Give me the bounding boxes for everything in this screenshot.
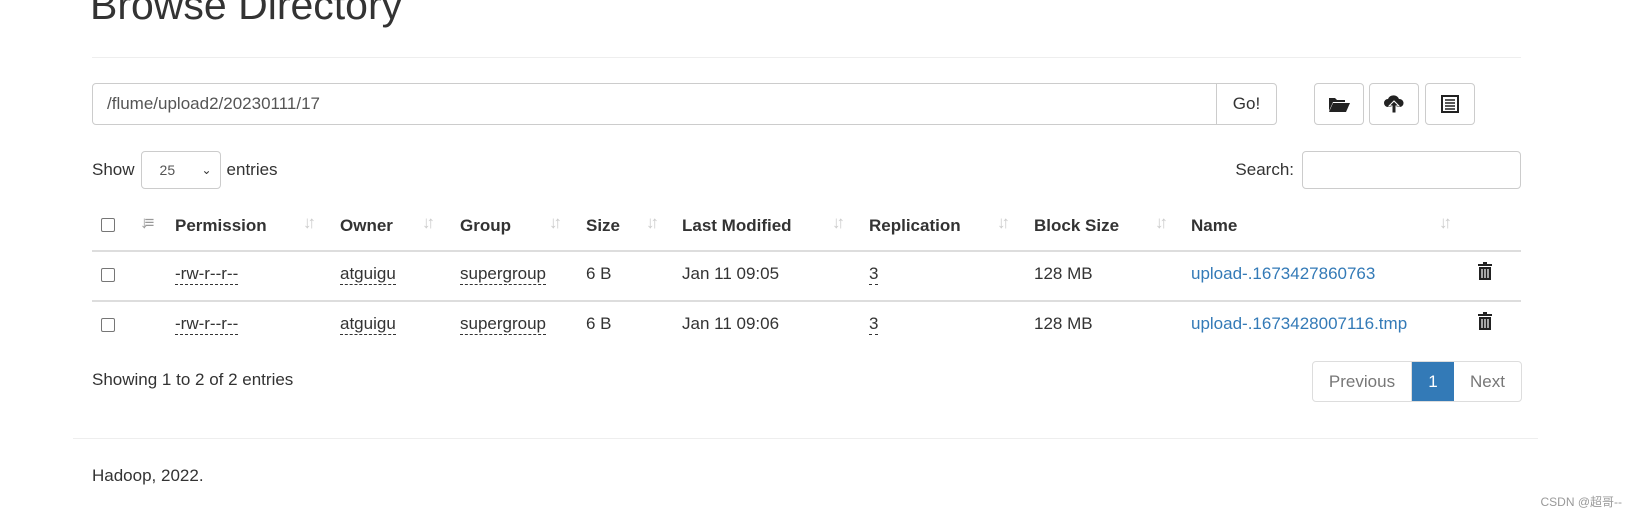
cloud-upload-icon (1384, 95, 1404, 114)
create-directory-button[interactable] (1314, 83, 1364, 125)
group-cell[interactable]: supergroup (460, 264, 547, 285)
col-size[interactable]: Size (586, 216, 620, 236)
entries-value: 25 (159, 162, 176, 178)
sort-icon[interactable]: ↓↑ (422, 213, 435, 233)
table-row: -rw-r--r-- atguigu supergroup 6 B Jan 11… (0, 311, 1630, 338)
page-title: Browse Directory (90, 0, 403, 28)
sort-desc-icon[interactable]: ↓≡ (140, 213, 155, 233)
search-label: Search: (1235, 160, 1294, 179)
sort-icon[interactable]: ↓↑ (646, 213, 659, 233)
go-button[interactable]: Go! (1216, 84, 1276, 124)
col-group[interactable]: Group (460, 216, 511, 236)
entries-label: entries (226, 160, 278, 179)
table-row: -rw-r--r-- atguigu supergroup 6 B Jan 11… (0, 261, 1630, 288)
trash-icon[interactable] (1477, 261, 1493, 281)
owner-cell[interactable]: atguigu (340, 264, 396, 285)
replication-cell[interactable]: 3 (869, 314, 879, 335)
owner-cell[interactable]: atguigu (340, 314, 396, 335)
folder-open-icon (1329, 98, 1350, 112)
footer-divider (73, 438, 1538, 439)
table-info: Showing 1 to 2 of 2 entries (92, 370, 294, 389)
entries-select[interactable]: 25 ⌄ (140, 151, 221, 189)
col-name[interactable]: Name (1191, 216, 1237, 236)
sort-icon[interactable]: ↓↑ (997, 213, 1010, 233)
pagination: Previous 1 Next (1312, 361, 1522, 402)
upload-button[interactable] (1369, 83, 1419, 125)
col-block-size[interactable]: Block Size (1034, 216, 1119, 236)
row-border (92, 300, 1521, 302)
sort-icon[interactable]: ↓↑ (1439, 213, 1452, 233)
modified-cell: Jan 11 09:06 (682, 314, 780, 333)
modified-cell: Jan 11 09:05 (682, 264, 780, 283)
col-permission[interactable]: Permission (175, 216, 267, 236)
list-alt-icon (1441, 95, 1459, 113)
size-cell: 6 B (586, 314, 612, 333)
sort-icon[interactable]: ↓↑ (832, 213, 845, 233)
path-bar: Go! (92, 83, 1277, 125)
trash-icon[interactable] (1477, 311, 1493, 331)
length-control: Show 25 ⌄ entries (92, 151, 278, 189)
file-name-link[interactable]: upload-.1673428007116.tmp (1191, 314, 1407, 334)
path-input[interactable] (93, 84, 1216, 124)
previous-button[interactable]: Previous (1313, 362, 1412, 401)
chevron-down-icon: ⌄ (201, 163, 212, 177)
watermark: CSDN @超哥-- (1540, 495, 1622, 509)
divider (92, 57, 1521, 58)
block-size-cell: 128 MB (1034, 314, 1093, 333)
sort-icon[interactable]: ↓↑ (303, 213, 316, 233)
show-label: Show (92, 160, 135, 179)
group-cell[interactable]: supergroup (460, 314, 547, 335)
block-size-cell: 128 MB (1034, 264, 1093, 283)
permission-cell[interactable]: -rw-r--r-- (175, 314, 239, 335)
sort-icon[interactable]: ↓↑ (1155, 213, 1168, 233)
select-all-checkbox[interactable] (101, 218, 115, 232)
next-button[interactable]: Next (1454, 362, 1521, 401)
replication-cell[interactable]: 3 (869, 264, 879, 285)
col-last-modified[interactable]: Last Modified (682, 216, 792, 236)
cut-paste-button[interactable] (1425, 83, 1475, 125)
size-cell: 6 B (586, 264, 612, 283)
file-name-link[interactable]: upload-.1673427860763 (1191, 264, 1375, 284)
footer-text: Hadoop, 2022. (92, 466, 204, 485)
search-input[interactable] (1302, 151, 1521, 189)
col-replication[interactable]: Replication (869, 216, 961, 236)
sort-icon[interactable]: ↓↑ (549, 213, 562, 233)
search-control: Search: (1235, 151, 1521, 189)
page-1-button[interactable]: 1 (1412, 362, 1454, 401)
header-border (92, 250, 1521, 252)
row-checkbox[interactable] (101, 318, 115, 332)
permission-cell[interactable]: -rw-r--r-- (175, 264, 239, 285)
row-checkbox[interactable] (101, 268, 115, 282)
col-owner[interactable]: Owner (340, 216, 393, 236)
